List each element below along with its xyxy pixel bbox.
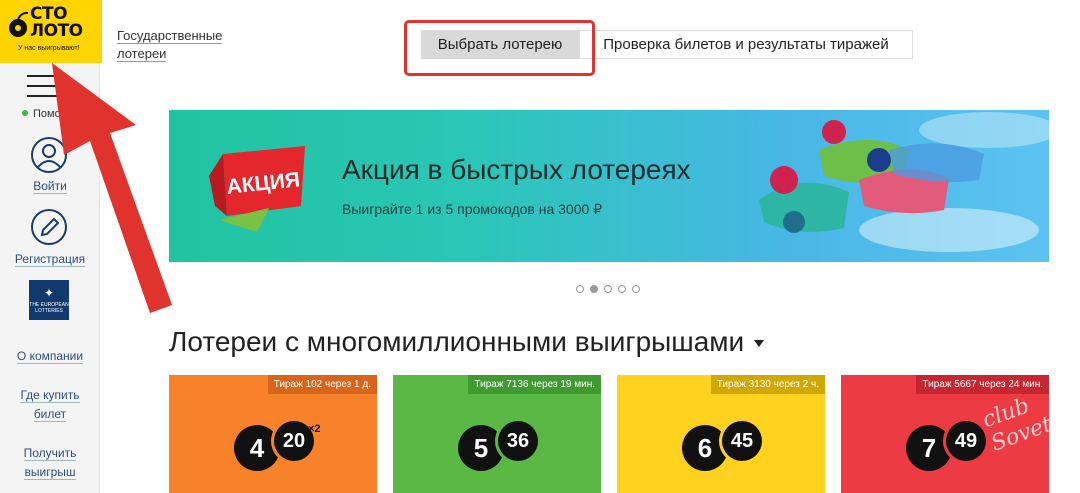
- sidebar: СТО ЛОТО У нас выигрывают! Помощь Войти …: [0, 0, 102, 493]
- draw-badge: Тираж 3130 через 2 ч.: [710, 375, 825, 394]
- lottery-balls: 4 20 ×2: [169, 421, 377, 473]
- european-lotteries-logo[interactable]: ✦ THE EUROPEAN LOTTERIES: [29, 280, 69, 320]
- where-buy-link[interactable]: Где купить билет: [0, 386, 100, 424]
- state-lotteries-link[interactable]: Государственные лотереи: [117, 27, 223, 63]
- lottery-card[interactable]: Тираж 7136 через 19 мин. 5 36: [393, 375, 601, 493]
- ball-secondary: 49: [946, 421, 986, 461]
- el-logo-mark-icon: ✦: [43, 286, 55, 300]
- logo-tagline: У нас выигрывают!: [18, 45, 80, 52]
- login-link[interactable]: Войти: [0, 177, 100, 196]
- carousel-dot[interactable]: [576, 285, 584, 293]
- ball-secondary: 36: [498, 421, 538, 461]
- draw-badge: Тираж 7136 через 19 мин.: [468, 375, 601, 394]
- promo-badge: АКЦИЯ: [209, 146, 305, 232]
- about-link[interactable]: О компании: [0, 347, 100, 366]
- logo-mark-icon: [9, 11, 29, 37]
- logo-line2: ЛОТО: [30, 21, 83, 41]
- dropdown-arrow-icon: [754, 340, 765, 348]
- get-prize-link[interactable]: Получить выигрыш: [0, 444, 100, 482]
- user-icon[interactable]: [30, 136, 68, 174]
- lottery-balls: 6 45: [617, 421, 825, 473]
- lottery-balls: 5 36: [393, 421, 601, 473]
- check-tickets-button[interactable]: Проверка билетов и результаты тиражей: [579, 30, 913, 59]
- select-lottery-button[interactable]: Выбрать лотерею: [421, 30, 579, 59]
- ball-secondary: 45: [722, 421, 762, 461]
- multiplier-badge: ×2: [308, 423, 321, 435]
- ball-main: 6: [682, 425, 728, 471]
- ball-main: 7: [906, 425, 952, 471]
- stoloto-logo[interactable]: СТО ЛОТО У нас выигрывают!: [0, 0, 102, 63]
- el-logo-text: THE EUROPEAN LOTTERIES: [29, 302, 69, 314]
- carousel-dot[interactable]: [632, 285, 640, 293]
- banner-subtitle: Выиграйте 1 из 5 промокодов на 3000 ₽: [342, 201, 603, 217]
- promo-banner[interactable]: АКЦИЯ Акция в быстрых лотереях Выиграйте…: [169, 110, 1049, 262]
- carousel-dots[interactable]: [576, 280, 646, 293]
- carousel-dot-active[interactable]: [590, 285, 598, 293]
- help-link[interactable]: Помощь: [22, 108, 76, 120]
- draw-badge: Тираж 102 через 1 д.: [267, 375, 377, 394]
- menu-icon[interactable]: [27, 73, 65, 99]
- carousel-dot[interactable]: [618, 285, 626, 293]
- carousel-dot[interactable]: [604, 285, 612, 293]
- register-link[interactable]: Регистрация: [0, 250, 100, 269]
- banner-title: Акция в быстрых лотереях: [342, 154, 691, 185]
- ball-main: 5: [458, 425, 504, 471]
- pencil-icon[interactable]: [30, 208, 68, 246]
- lottery-card[interactable]: Тираж 3130 через 2 ч. 6 45: [617, 375, 825, 493]
- ball-main: 4: [234, 425, 280, 471]
- motorbike-riders-illustration: [759, 112, 1049, 252]
- lottery-card[interactable]: Тираж 102 через 1 д. 4 20 ×2: [169, 375, 377, 493]
- section-title[interactable]: Лотереи с многомиллионными выигрышами: [169, 326, 765, 358]
- online-dot-icon: [22, 110, 28, 116]
